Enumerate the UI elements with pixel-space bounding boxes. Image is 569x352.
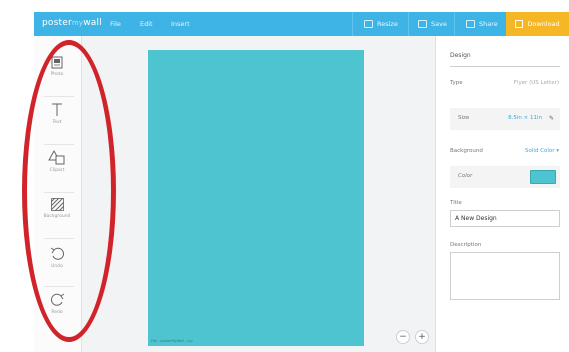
topbar-divider [352, 12, 353, 36]
panel-title: Design [450, 52, 471, 59]
title-input[interactable] [450, 210, 560, 227]
brand-part-3: wall [83, 18, 102, 28]
tool-background[interactable]: Background [34, 198, 80, 238]
resize-icon [364, 20, 373, 28]
tool-label: Redo [51, 310, 63, 315]
size-row[interactable]: Size 8.5in × 11in ✎ [450, 108, 560, 130]
size-value[interactable]: 8.5in × 11in [508, 115, 542, 121]
image-icon [51, 56, 63, 69]
size-label: Size [458, 115, 470, 121]
tool-photo[interactable]: Photo [34, 56, 80, 96]
background-type-dropdown[interactable]: Solid Color ▾ [525, 148, 559, 154]
tool-divider [44, 144, 74, 145]
tool-clipart[interactable]: Clipart [34, 150, 80, 190]
download-label: Download [527, 20, 560, 28]
resize-label: Resize [377, 20, 398, 28]
tool-label: Photo [50, 72, 64, 77]
tool-divider [44, 96, 74, 97]
menu-insert[interactable]: Insert [171, 20, 190, 28]
brand-part-2: my [71, 19, 84, 27]
tool-text[interactable]: Text [34, 102, 80, 142]
zoom-in-button[interactable]: + [415, 330, 429, 344]
design-properties-panel: Design Type Flyer (US Letter) Size 8.5in… [435, 36, 569, 352]
redo-icon [50, 293, 64, 306]
brand-logo[interactable]: postermywall [42, 18, 102, 28]
tool-divider [44, 286, 74, 287]
tool-sidebar: Photo Text Clipart Background Undo Redo [34, 36, 82, 352]
panel-title-underline [450, 66, 560, 67]
title-label: Title [450, 200, 462, 206]
frame-margin [0, 0, 34, 352]
tool-undo[interactable]: Undo [34, 246, 80, 286]
tool-label: Clipart [49, 168, 65, 173]
canvas-area: File - posterMyWall - s.p − + [82, 36, 435, 352]
download-button[interactable]: Download [506, 12, 569, 36]
type-value: Flyer (US Letter) [513, 80, 559, 86]
screenshot-frame: postermywall File Edit Insert Resize Sav… [0, 0, 569, 352]
topbar-divider [408, 12, 409, 36]
download-icon [515, 20, 524, 28]
menu-edit[interactable]: Edit [140, 20, 153, 28]
tool-label: Undo [51, 264, 63, 269]
brand-part-1: poster [42, 18, 72, 28]
save-button[interactable]: Save [412, 12, 453, 36]
share-label: Share [479, 20, 498, 28]
design-page[interactable]: File - posterMyWall - s.p [148, 50, 364, 346]
share-icon [466, 20, 475, 28]
description-input[interactable] [450, 252, 560, 300]
resize-button[interactable]: Resize [358, 12, 404, 36]
color-row: Color [450, 166, 560, 188]
background-icon [50, 198, 64, 211]
background-label: Background [450, 148, 483, 154]
undo-icon [50, 247, 64, 260]
zoom-out-button[interactable]: − [396, 330, 410, 344]
tool-divider [44, 192, 74, 193]
page-footer-text: File - posterMyWall - s.p [151, 339, 193, 343]
topbar-divider [454, 12, 455, 36]
share-button[interactable]: Share [460, 12, 504, 36]
color-swatch[interactable] [530, 170, 556, 184]
tool-label: Text [52, 120, 62, 125]
tool-redo[interactable]: Redo [34, 292, 80, 332]
description-label: Description [450, 242, 482, 248]
save-icon [418, 20, 427, 28]
tool-divider [44, 238, 74, 239]
text-icon [52, 103, 62, 116]
save-label: Save [431, 20, 447, 28]
tool-label: Background [43, 214, 71, 219]
menu-file[interactable]: File [110, 20, 121, 28]
color-label: Color [458, 173, 473, 179]
type-label: Type [450, 80, 463, 86]
top-bar: postermywall File Edit Insert Resize Sav… [34, 12, 569, 36]
shapes-icon [48, 150, 65, 165]
pencil-icon[interactable]: ✎ [549, 115, 554, 122]
app-window: postermywall File Edit Insert Resize Sav… [34, 12, 569, 352]
